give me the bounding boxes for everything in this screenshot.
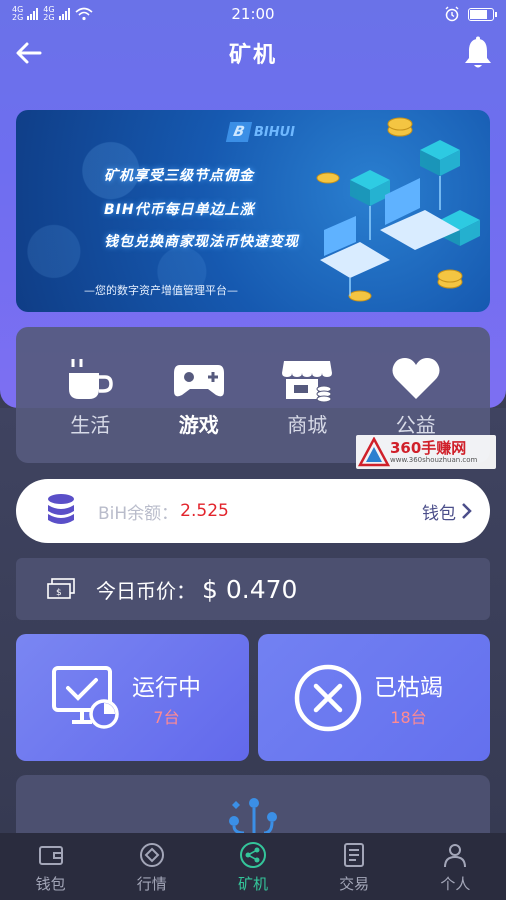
share-nodes-icon [239, 842, 266, 868]
page-title: 矿机 [228, 43, 277, 68]
market-icon [139, 843, 164, 867]
promo-banner[interactable]: B BIHUI 矿机享受三级节点佣金 BIH代币每日单边上涨 钱包兑换商家现法币… [16, 110, 490, 312]
status-bar: 4G 2G 4G 2G 21:00 [0, 0, 506, 28]
banknote-icon: $ [47, 578, 75, 599]
chevron-right-icon [462, 503, 472, 519]
tab-wallet[interactable]: 钱包 [11, 833, 91, 900]
document-icon [344, 843, 365, 867]
back-arrow-icon[interactable] [14, 38, 44, 68]
depleted-machines-card[interactable]: 已枯竭 18台 [258, 634, 490, 761]
tab-profile[interactable]: 个人 [415, 833, 495, 900]
watermark-logo-icon [358, 437, 390, 467]
category-games[interactable]: 游戏 [164, 327, 234, 463]
status-time: 21:00 [231, 5, 275, 23]
tab-miner[interactable]: 矿机 [213, 833, 293, 900]
banner-line-1: 矿机享受三级节点佣金 [104, 168, 254, 184]
balance-label: BiH余额： [98, 503, 179, 524]
price-value: $ 0.470 [202, 574, 298, 604]
tab-label: 行情 [136, 875, 167, 893]
bottom-tab-bar: 钱包 行情 矿机 交易 个人 [0, 833, 506, 900]
banner-subtitle: —您的数字资产增值管理平台— [84, 284, 238, 297]
banner-line-3: 钱包兑换商家现法币快速变现 [104, 234, 299, 250]
isometric-network-illustration [316, 117, 480, 302]
gamepad-icon [173, 365, 224, 397]
category-label: 商城 [287, 413, 328, 437]
depleted-count: 18台 [390, 707, 427, 727]
category-label: 游戏 [178, 413, 219, 437]
tab-label: 个人 [440, 875, 471, 893]
svg-text:$: $ [56, 588, 62, 598]
monitor-check-icon [52, 665, 119, 729]
app-header: 矿机 [0, 28, 506, 78]
banner-brand: B BIHUI [225, 122, 295, 142]
category-label: 公益 [395, 413, 436, 437]
watermark-text: 360手赚网 [390, 439, 467, 457]
running-machines-card[interactable]: 运行中 7台 [16, 634, 249, 761]
coffee-cup-icon [69, 359, 114, 399]
battery-icon [468, 7, 497, 21]
tab-label: 交易 [339, 875, 370, 893]
tab-label: 矿机 [237, 875, 268, 893]
category-mall[interactable]: 商城 [272, 327, 342, 463]
bell-icon[interactable] [462, 36, 494, 70]
brand-logo-icon: B [225, 122, 253, 142]
tab-label: 钱包 [35, 875, 66, 893]
heart-icon [392, 358, 440, 399]
watermark-url: www.360shouzhuan.com [390, 456, 478, 464]
running-title: 运行中 [132, 674, 201, 701]
category-label: 生活 [70, 413, 111, 437]
banner-line-2: BIH代币每日单边上涨 [104, 202, 255, 218]
balance-value: 2.525 [180, 501, 229, 521]
category-life[interactable]: 生活 [55, 327, 125, 463]
running-count: 7台 [153, 707, 180, 727]
site-watermark: 360手赚网 www.360shouzhuan.com [356, 435, 496, 469]
coins-stack-icon [48, 494, 74, 524]
balance-card: BiH余额： 2.525 钱包 [16, 479, 490, 543]
price-label: 今日币价： [96, 578, 196, 603]
circle-x-icon [294, 664, 362, 731]
wallet-link-label: 钱包 [422, 503, 456, 524]
user-icon [444, 844, 467, 868]
store-icon [282, 361, 333, 403]
price-card: $ 今日币价： $ 0.470 [16, 558, 490, 620]
depleted-title: 已枯竭 [374, 674, 443, 701]
wallet-link[interactable]: 钱包 [422, 499, 472, 524]
tab-trade[interactable]: 交易 [314, 833, 394, 900]
wallet-icon [38, 846, 63, 865]
tab-market[interactable]: 行情 [112, 833, 192, 900]
